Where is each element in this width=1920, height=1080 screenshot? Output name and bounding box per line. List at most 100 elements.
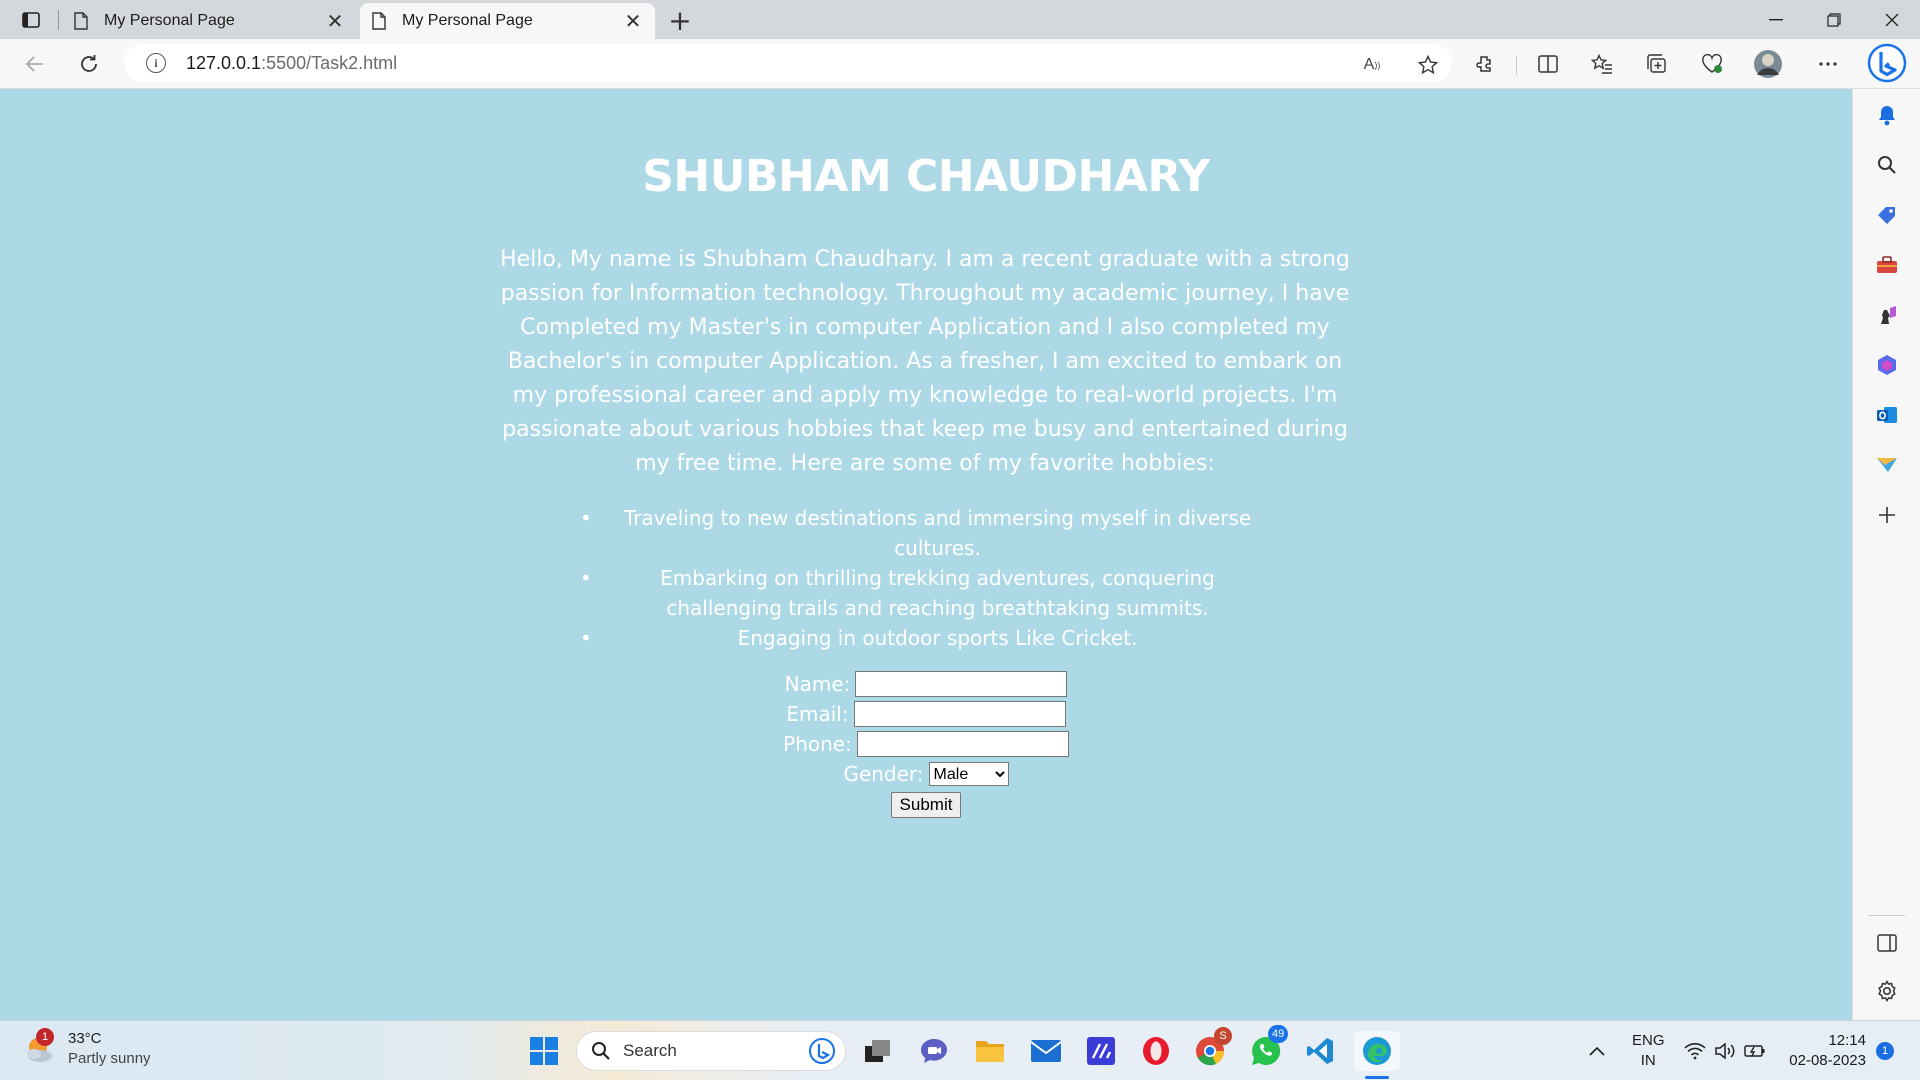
weather-widget[interactable]: 1 33°C Partly sunny xyxy=(22,1028,151,1069)
shopping-tag-icon[interactable] xyxy=(1875,203,1899,227)
outlook-icon[interactable] xyxy=(1875,403,1899,427)
page-icon xyxy=(372,12,388,30)
url-text[interactable]: 127.0.0.1:5500/Task2.html xyxy=(186,53,397,74)
close-window-icon[interactable] xyxy=(1864,0,1920,39)
gender-select[interactable]: Male xyxy=(928,762,1009,786)
search-icon xyxy=(592,1042,610,1060)
gender-row: Gender: Male xyxy=(0,762,1852,786)
address-bar[interactable]: i 127.0.0.1:5500/Task2.html A)) xyxy=(124,44,1452,82)
vs-code-alt-icon[interactable] xyxy=(1081,1031,1121,1071)
partly-sunny-icon: 1 xyxy=(22,1028,56,1066)
tab-separator xyxy=(58,10,59,30)
show-hidden-icons-chevron-icon[interactable] xyxy=(1582,1031,1612,1071)
email-label: Email: xyxy=(786,702,849,726)
battery-icon xyxy=(1744,1045,1765,1057)
edge-sidebar xyxy=(1852,89,1920,1020)
clock-time: 12:14 xyxy=(1828,1032,1866,1049)
teams-chat-icon[interactable] xyxy=(914,1031,954,1071)
new-tab-button[interactable]: + xyxy=(664,4,696,37)
browser-essentials-icon[interactable] xyxy=(1698,51,1726,77)
name-row: Name: xyxy=(0,671,1852,697)
extensions-icon[interactable] xyxy=(1472,51,1500,77)
microsoft-365-icon[interactable] xyxy=(1875,353,1899,377)
wifi-icon xyxy=(1684,1043,1706,1060)
opera-icon[interactable] xyxy=(1136,1031,1176,1071)
whatsapp-icon[interactable]: 49 xyxy=(1246,1025,1289,1071)
submit-row: Submit xyxy=(0,792,1852,818)
search-label: Search xyxy=(623,1041,677,1060)
clock-date: 02-08-2023 xyxy=(1789,1052,1866,1069)
tab-inactive[interactable]: My Personal Page ✕ xyxy=(62,3,357,39)
sidebar-settings-gear-icon[interactable] xyxy=(1875,979,1899,1003)
taskbar-search[interactable]: Search xyxy=(576,1031,846,1071)
language-code: ENG xyxy=(1632,1032,1665,1049)
page-title: SHUBHAM CHAUDHARY xyxy=(642,151,1210,202)
weather-temp: 33°C xyxy=(68,1030,102,1047)
split-screen-icon[interactable] xyxy=(1534,51,1562,77)
intro-paragraph: Hello, My name is Shubham Chaudhary. I a… xyxy=(500,247,1350,476)
vs-code-icon[interactable] xyxy=(1300,1031,1340,1071)
edge-icon[interactable] xyxy=(1354,1031,1400,1071)
email-row: Email: xyxy=(0,701,1852,727)
tab-title: My Personal Page xyxy=(402,12,533,29)
weather-desc: Partly sunny xyxy=(68,1050,151,1067)
hobbies-list: Traveling to new destinations and immers… xyxy=(560,503,1300,653)
back-icon[interactable] xyxy=(18,48,52,80)
weather-badge: 1 xyxy=(36,1028,54,1046)
toolbar-separator xyxy=(1516,55,1517,75)
browser-toolbar: i 127.0.0.1:5500/Task2.html A)) xyxy=(0,39,1920,89)
search-icon[interactable] xyxy=(1875,153,1899,177)
games-icon[interactable] xyxy=(1875,303,1899,327)
file-explorer-icon[interactable] xyxy=(970,1031,1010,1071)
add-sidebar-app-icon[interactable] xyxy=(1875,503,1899,527)
region-code: IN xyxy=(1640,1052,1656,1069)
minimize-icon[interactable] xyxy=(1748,0,1804,39)
whatsapp-badge: 49 xyxy=(1268,1025,1289,1043)
drop-send-icon[interactable] xyxy=(1875,453,1899,477)
language-indicator[interactable]: ENG IN xyxy=(1632,1031,1665,1071)
tab-strip: My Personal Page ✕ My Personal Page ✕ + xyxy=(0,0,1920,39)
hide-sidebar-icon[interactable] xyxy=(1875,931,1899,955)
list-item: Engaging in outdoor sports Like Cricket. xyxy=(560,623,1300,653)
close-tab-icon[interactable]: ✕ xyxy=(325,9,345,33)
tab-title: My Personal Page xyxy=(104,12,235,29)
gender-label: Gender: xyxy=(843,762,924,786)
notification-count-badge[interactable]: 1 xyxy=(1876,1042,1894,1060)
close-tab-icon[interactable]: ✕ xyxy=(623,9,643,33)
windows-start-icon[interactable] xyxy=(524,1031,564,1071)
tab-active[interactable]: My Personal Page ✕ xyxy=(360,3,655,39)
list-item: Embarking on thrilling trekking adventur… xyxy=(560,563,1300,623)
phone-label: Phone: xyxy=(783,732,852,756)
phone-field[interactable] xyxy=(856,731,1069,757)
restore-icon[interactable] xyxy=(1806,0,1862,39)
read-aloud-icon[interactable]: A)) xyxy=(1358,53,1386,77)
page-icon xyxy=(74,12,90,30)
sidebar-divider xyxy=(1869,915,1905,916)
chrome-badge: S xyxy=(1214,1027,1232,1045)
name-label: Name: xyxy=(784,672,851,696)
notifications-bell-icon[interactable] xyxy=(1875,103,1899,127)
mail-icon[interactable] xyxy=(1026,1031,1066,1071)
more-options-icon[interactable] xyxy=(1814,51,1842,77)
name-field[interactable] xyxy=(855,671,1068,697)
task-view-icon[interactable] xyxy=(858,1031,898,1071)
list-item: Traveling to new destinations and immers… xyxy=(560,503,1300,563)
system-status-group[interactable] xyxy=(1680,1031,1770,1071)
page-viewport: SHUBHAM CHAUDHARY Hello, My name is Shub… xyxy=(0,89,1852,1020)
chrome-icon[interactable]: S xyxy=(1190,1027,1232,1071)
clock[interactable]: 12:14 02-08-2023 xyxy=(1786,1031,1866,1071)
profile-avatar[interactable] xyxy=(1752,48,1784,80)
email-field[interactable] xyxy=(853,701,1066,727)
refresh-icon[interactable] xyxy=(72,48,106,80)
submit-button[interactable]: Submit xyxy=(890,792,962,818)
windows-taskbar: 1 33°C Partly sunny Search S 49 ENG IN 1… xyxy=(0,1020,1920,1080)
site-info-icon[interactable]: i xyxy=(146,53,166,73)
phone-row: Phone: xyxy=(0,731,1852,757)
collections-icon[interactable] xyxy=(1643,51,1671,77)
tools-briefcase-icon[interactable] xyxy=(1875,253,1899,277)
bing-icon xyxy=(809,1038,835,1064)
favorites-icon[interactable] xyxy=(1588,51,1616,77)
bing-copilot-icon[interactable] xyxy=(1866,42,1908,84)
tab-actions-icon[interactable] xyxy=(14,6,48,34)
favorite-star-icon[interactable] xyxy=(1414,53,1442,77)
